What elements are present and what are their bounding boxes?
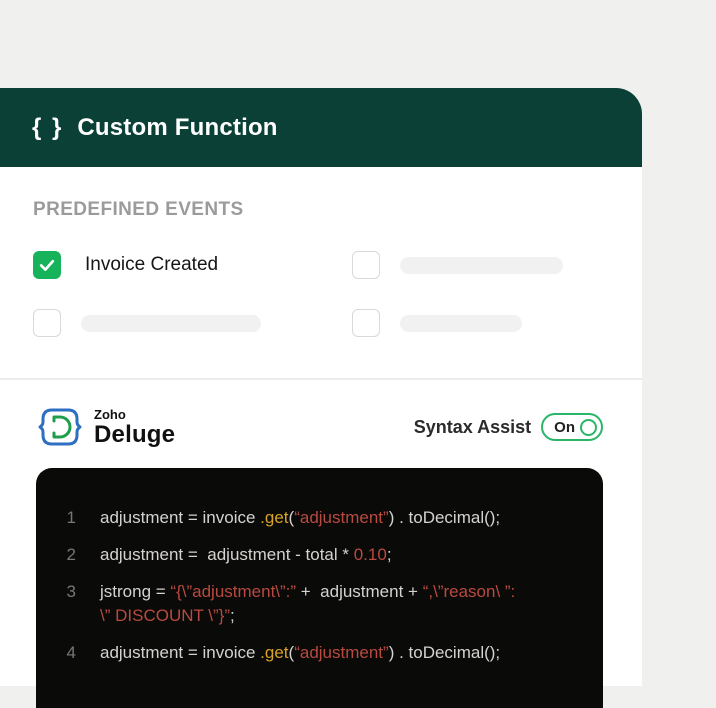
syntax-assist: Syntax Assist On [414,413,603,441]
code-text: adjustment = invoice .get(“adjustment”) … [100,506,500,530]
deluge-braces-icon [36,403,84,451]
checkbox-checked-icon[interactable] [33,251,61,279]
line-number: 4 [60,641,76,665]
zoho-deluge-logo: Zoho Deluge [36,403,175,451]
deluge-section: Zoho Deluge Syntax Assist On 1 adjustment… [0,380,642,686]
code-line: 4 adjustment = invoice .get(“adjustment”)… [60,641,585,665]
checkbox-unchecked[interactable] [352,251,380,279]
placeholder-bar [400,257,563,274]
brand-zoho: Zoho [94,408,175,421]
code-text: adjustment = invoice .get(“adjustment”) … [100,641,500,665]
toggle-knob-icon [580,419,597,436]
event-item [33,309,352,337]
editor-toolbar: Zoho Deluge Syntax Assist On [36,400,603,454]
event-item: Invoice Created [33,251,352,279]
code-text: jstrong = “{\”adjustment\”:” + adjustmen… [100,580,515,628]
syntax-assist-label: Syntax Assist [414,417,531,438]
events-grid: Invoice Created [33,251,613,337]
placeholder-bar [81,315,261,332]
checkbox-unchecked[interactable] [352,309,380,337]
event-label: Invoice Created [85,254,218,276]
event-item [352,309,613,337]
toggle-state-label: On [554,419,575,436]
header: { } Custom Function [0,88,642,167]
page-title: Custom Function [77,114,277,142]
code-line: 3 jstrong = “{\”adjustment\”:” + adjustme… [60,580,585,628]
code-line: 2 adjustment = adjustment - total * 0.10; [60,543,585,567]
brand-text: Zoho Deluge [94,408,175,447]
line-number: 1 [60,506,76,530]
event-item [352,251,613,279]
checkbox-unchecked[interactable] [33,309,61,337]
brand-deluge: Deluge [94,423,175,447]
braces-icon: { } [32,114,63,142]
placeholder-bar [400,315,522,332]
code-line: 1 adjustment = invoice .get(“adjustment”)… [60,506,585,530]
section-heading: PREDEFINED EVENTS [33,199,244,221]
code-lines: 1 adjustment = invoice .get(“adjustment”)… [60,506,585,665]
code-editor[interactable]: 1 adjustment = invoice .get(“adjustment”)… [36,468,603,708]
syntax-assist-toggle[interactable]: On [541,413,603,441]
line-number: 2 [60,543,76,567]
predefined-events-section: PREDEFINED EVENTS Invoice Created [0,167,642,378]
code-text: adjustment = adjustment - total * 0.10; [100,543,392,567]
line-number: 3 [60,580,76,628]
